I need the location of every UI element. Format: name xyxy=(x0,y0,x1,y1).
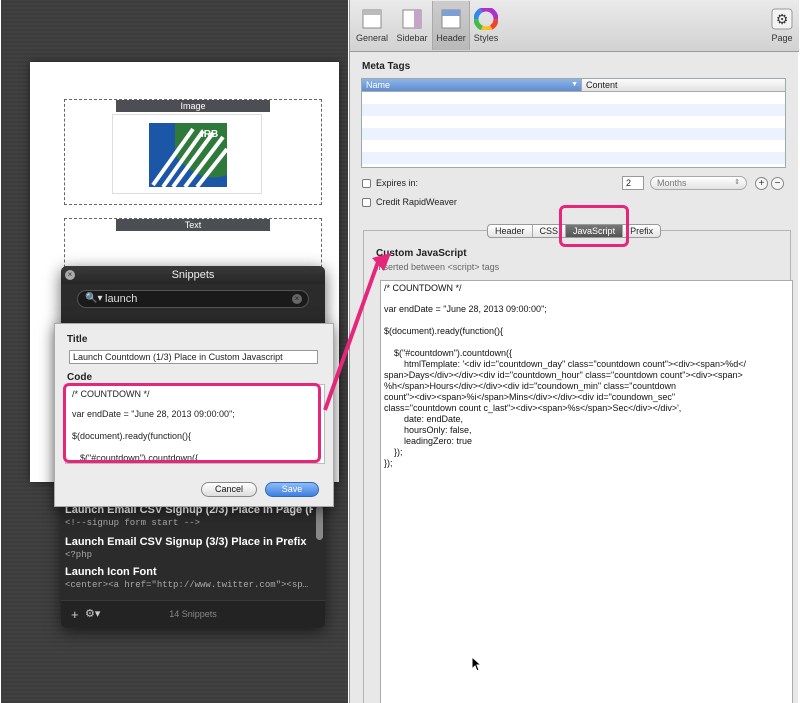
clear-search-icon[interactable]: × xyxy=(292,294,302,304)
snippet-item[interactable]: Launch Email CSV Signup (3/3) Place in P… xyxy=(65,536,313,569)
snippet-item-title: Launch Icon Font xyxy=(65,566,157,578)
svg-text:⚙: ⚙ xyxy=(776,12,789,28)
title-label: Title xyxy=(67,334,88,345)
js-code-line: span>Days</div></div><div id="countdown_… xyxy=(384,370,743,380)
toolbar-general[interactable]: General xyxy=(352,8,392,43)
column-header-name[interactable]: Name ▼ xyxy=(362,79,581,91)
snippets-footer: + ⚙▾ 14 Snippets xyxy=(61,600,325,628)
table-row[interactable] xyxy=(362,152,785,164)
js-code-line: class="countdown count c_last"><div><spa… xyxy=(384,403,682,413)
general-icon xyxy=(360,8,384,30)
snippet-item-code: <!--signup form start --> xyxy=(65,518,201,528)
snippet-item[interactable]: Launch Icon Font <center><a href="http:/… xyxy=(65,566,313,599)
logo-text: iRB xyxy=(201,129,218,140)
image-block-label: Image xyxy=(116,100,270,112)
table-row[interactable] xyxy=(362,116,785,128)
table-row[interactable] xyxy=(362,104,785,116)
snippet-item[interactable]: Launch Email CSV Signup (2/3) Place in P… xyxy=(65,504,313,537)
meta-tags-label: Meta Tags xyxy=(362,61,411,72)
js-code-line: date: endDate, xyxy=(384,414,464,424)
expires-checkbox[interactable] xyxy=(362,179,371,188)
tab-header[interactable]: Header xyxy=(488,225,533,237)
meta-tags-table[interactable]: Name ▼ Content xyxy=(361,78,786,168)
js-code-line: }); xyxy=(384,458,393,468)
snippets-scrollbar[interactable] xyxy=(316,506,323,540)
text-block-label: Text xyxy=(116,219,270,231)
search-icon: 🔍▾ xyxy=(85,293,103,304)
column-content-label: Content xyxy=(586,80,618,90)
expires-value-field[interactable]: 2 xyxy=(622,176,644,190)
close-icon[interactable]: × xyxy=(65,270,75,280)
meta-tags-header: Name ▼ Content xyxy=(362,79,785,92)
custom-js-subtitle: Inserted between <script> tags xyxy=(376,262,500,272)
page-preview-area: Image iRB Text Snippets × 🔍▾ launch × La… xyxy=(1,0,348,703)
toolbar-styles-label: Styles xyxy=(473,33,499,43)
js-code-line: leadingZero: true xyxy=(384,436,473,446)
image-block[interactable]: Image iRB xyxy=(64,99,322,205)
custom-js-editor[interactable]: /* COUNTDOWN */ var endDate = "June 28, … xyxy=(380,280,793,703)
custom-js-title: Custom JavaScript xyxy=(376,248,467,259)
toolbar-sidebar[interactable]: Sidebar xyxy=(392,8,432,43)
js-code-line: htmlTemplate: '<div id="countdown_day" c… xyxy=(384,359,746,369)
js-code-line: count"><div><span>%i</span>Mins</div></d… xyxy=(384,392,676,402)
snippet-item-title: Launch Email CSV Signup (3/3) Place in P… xyxy=(65,536,307,548)
column-name-label: Name xyxy=(366,80,391,90)
js-code-line: /* COUNTDOWN */ xyxy=(384,283,462,293)
toolbar-page-label: Page xyxy=(771,33,793,43)
table-row[interactable] xyxy=(362,128,785,140)
table-row[interactable] xyxy=(362,92,785,104)
tab-highlight xyxy=(559,205,629,247)
sort-arrow-icon: ▼ xyxy=(571,81,578,88)
js-code-line: hoursOnly: false, xyxy=(384,425,472,435)
irb-logo: iRB xyxy=(112,114,262,194)
remove-button[interactable]: − xyxy=(771,177,784,190)
gear-icon: ⚙ xyxy=(770,8,794,30)
code-label: Code xyxy=(67,372,92,383)
inspector-panel: General Sidebar Header Styles ⚙ Page Met… xyxy=(349,0,799,703)
sidebar-icon xyxy=(400,8,424,30)
js-code-line: $(document).ready(function(){ xyxy=(384,326,504,336)
mouse-pointer-icon xyxy=(471,655,483,675)
title-field[interactable]: Launch Countdown (1/3) Place in Custom J… xyxy=(69,350,318,364)
add-button[interactable]: + xyxy=(755,177,768,190)
toolbar-header-label: Header xyxy=(436,33,466,43)
credit-label: Credit RapidWeaver xyxy=(376,197,457,207)
credit-checkbox[interactable] xyxy=(362,198,371,207)
expires-unit-select[interactable]: Months ⇕ xyxy=(650,176,747,190)
js-code-line: }); xyxy=(384,447,403,457)
code-highlight xyxy=(63,383,321,463)
header-icon xyxy=(439,8,463,30)
table-row[interactable] xyxy=(362,140,785,152)
expires-unit-value: Months xyxy=(657,178,687,188)
cancel-button[interactable]: Cancel xyxy=(201,482,257,497)
toolbar-page[interactable]: ⚙ Page xyxy=(762,8,800,43)
chevron-updown-icon: ⇕ xyxy=(734,179,740,186)
js-code-line: %h</span>Hours</div></div><div id="cound… xyxy=(384,381,677,391)
code-pane: Custom JavaScript Inserted between <scri… xyxy=(363,230,793,703)
color-wheel-icon xyxy=(473,6,499,32)
snippet-item-code: <center><a href="http://www.twitter.com"… xyxy=(65,580,309,590)
snippet-search-input[interactable]: 🔍▾ launch × xyxy=(77,290,309,308)
save-button[interactable]: Save xyxy=(265,482,319,497)
column-header-content[interactable]: Content xyxy=(581,79,785,91)
inspector-toolbar: General Sidebar Header Styles ⚙ Page xyxy=(350,0,799,52)
toolbar-styles[interactable]: Styles xyxy=(466,6,506,43)
expires-label: Expires in: xyxy=(376,178,419,188)
toolbar-header[interactable]: Header xyxy=(431,8,471,43)
snippet-count: 14 Snippets xyxy=(169,609,217,619)
snippets-title: Snippets xyxy=(61,266,325,284)
toolbar-general-label: General xyxy=(355,33,389,43)
snippet-item-code: <?php xyxy=(65,550,93,560)
snippet-search-value: launch xyxy=(105,293,138,305)
js-code-line: $("#countdown").countdown({ xyxy=(384,348,512,358)
toolbar-sidebar-label: Sidebar xyxy=(396,33,428,43)
js-code-line: var endDate = "June 28, 2013 09:00:00"; xyxy=(384,304,547,314)
